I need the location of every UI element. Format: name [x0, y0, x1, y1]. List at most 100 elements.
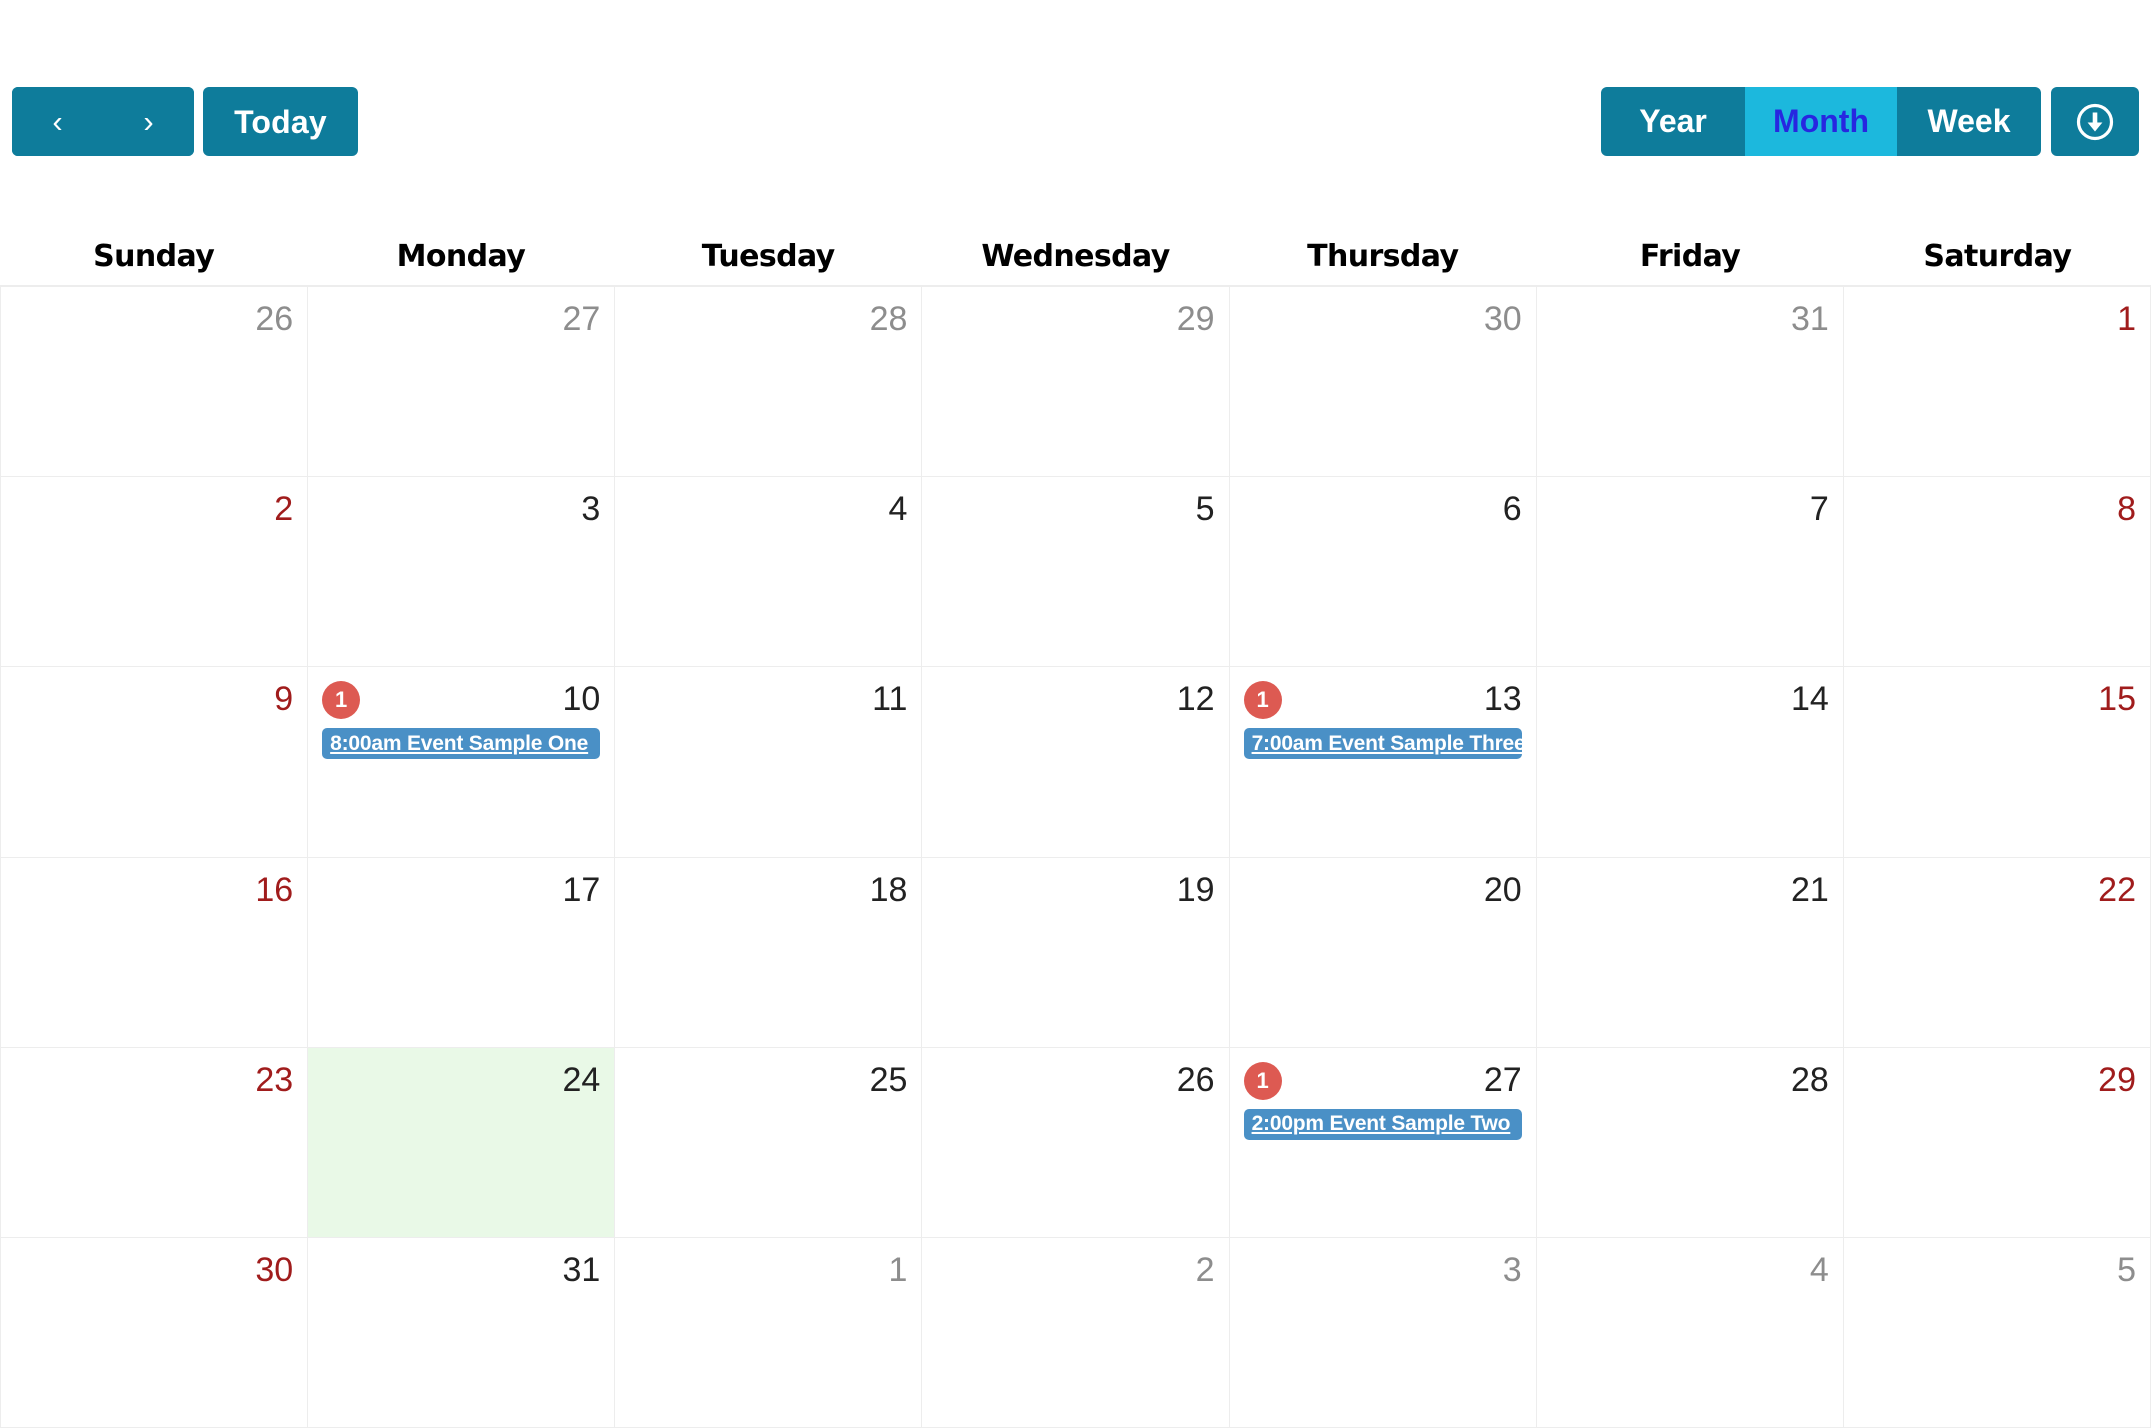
day-cell[interactable]: 26	[1, 287, 309, 478]
day-cell[interactable]: 28	[1536, 1047, 1844, 1238]
day-cell-header: 22	[1858, 868, 2136, 912]
day-cell[interactable]: 5	[922, 477, 1230, 668]
day-cell[interactable]: 23	[1, 1047, 309, 1238]
day-cell[interactable]: 3	[1229, 1237, 1537, 1428]
weekday-header-saturday: Saturday	[1923, 239, 2072, 274]
next-period-button[interactable]: ›	[103, 87, 194, 156]
day-cell-header: 23	[15, 1058, 293, 1102]
day-cell[interactable]: 18	[615, 857, 923, 1048]
day-cell-today[interactable]: 24	[308, 1047, 616, 1238]
day-cell[interactable]: 17	[308, 857, 616, 1048]
day-cell[interactable]: 25	[615, 1047, 923, 1238]
calendar-event-label: 2:00pm Event Sample Two	[1251, 1112, 1511, 1136]
day-cell[interactable]: 7	[1536, 477, 1844, 668]
day-cell[interactable]: 31	[308, 1237, 616, 1428]
nav-button-group: ‹ ›	[12, 87, 194, 156]
day-cell[interactable]: 8	[1843, 477, 2151, 668]
day-cell[interactable]: 15	[1843, 667, 2151, 858]
view-button-week[interactable]: Week	[1897, 87, 2041, 156]
day-cell[interactable]: 20	[1229, 857, 1537, 1048]
event-count-badge[interactable]: 1	[1243, 1061, 1282, 1100]
day-cell-events: 8:00am Event Sample One	[322, 728, 601, 760]
day-cell[interactable]: 30	[1, 1237, 309, 1428]
day-cell[interactable]: 2	[922, 1237, 1230, 1428]
day-cell-header: 20	[1244, 868, 1522, 912]
event-count-badge[interactable]: 1	[1243, 681, 1282, 720]
toolbar-left-group: ‹ › Today	[12, 87, 358, 156]
calendar-event[interactable]: 2:00pm Event Sample Two	[1243, 1108, 1522, 1140]
day-cell-header: 17	[322, 868, 600, 912]
day-number: 31	[562, 1250, 601, 1289]
day-cell-header: 27	[322, 297, 600, 341]
day-cell[interactable]: 29	[1843, 1047, 2151, 1238]
day-cell[interactable]: 9	[1, 667, 309, 858]
day-cell[interactable]: 31	[1536, 287, 1844, 478]
day-number: 9	[274, 680, 294, 719]
day-cell[interactable]: 28	[615, 287, 923, 478]
day-number: 23	[255, 1060, 294, 1099]
day-cell[interactable]: 2	[1, 477, 309, 668]
day-number: 6	[1502, 490, 1522, 529]
day-cell[interactable]: 1 10 8:00am Event Sample One	[308, 667, 616, 858]
day-number: 3	[1502, 1250, 1522, 1289]
day-cell[interactable]: 5	[1843, 1237, 2151, 1428]
day-number: 16	[255, 870, 294, 909]
day-cell-header: 5	[936, 487, 1215, 531]
day-cell[interactable]: 30	[1229, 287, 1537, 478]
day-number: 25	[869, 1060, 908, 1099]
day-number: 29	[2098, 1060, 2136, 1099]
day-cell[interactable]: 4	[615, 477, 923, 668]
day-number: 7	[1809, 490, 1829, 529]
day-cell[interactable]: 1 27 2:00pm Event Sample Two	[1229, 1047, 1537, 1238]
day-cell[interactable]: 4	[1536, 1237, 1844, 1428]
day-cell[interactable]: 22	[1843, 857, 2151, 1048]
day-number: 30	[1483, 300, 1522, 338]
day-number: 1	[888, 1250, 908, 1289]
day-number: 2	[274, 490, 294, 529]
day-cell[interactable]: 29	[922, 287, 1230, 478]
day-cell[interactable]: 3	[308, 477, 616, 668]
day-cell[interactable]: 27	[308, 287, 616, 478]
day-cell-header: 1 27	[1243, 1058, 1522, 1102]
event-count-badge[interactable]: 1	[322, 681, 361, 720]
view-button-month[interactable]: Month	[1745, 87, 1897, 156]
day-cell-header: 2	[15, 487, 293, 531]
day-cell[interactable]: 16	[1, 857, 309, 1048]
prev-period-button[interactable]: ‹	[12, 87, 103, 156]
day-cell[interactable]: 26	[922, 1047, 1230, 1238]
view-switch-group: Year Month Week	[1601, 87, 2041, 156]
today-button[interactable]: Today	[203, 87, 358, 156]
toolbar-right-group: Year Month Week	[1601, 87, 2139, 156]
day-cell[interactable]: 1	[615, 1237, 923, 1428]
day-cell[interactable]: 1	[1843, 287, 2151, 478]
weekday-header-sunday: Sunday	[93, 239, 215, 274]
day-number: 28	[1791, 1060, 1829, 1099]
day-cell-header: 25	[629, 1058, 908, 1102]
calendar-app: ‹ › Today Year Month Week Sunday Monday …	[0, 0, 2151, 1428]
day-cell[interactable]: 12	[922, 667, 1230, 858]
day-cell[interactable]: 21	[1536, 857, 1844, 1048]
day-number: 5	[2117, 1250, 2136, 1289]
download-button[interactable]	[2051, 87, 2139, 156]
day-cell-header: 6	[1244, 487, 1522, 531]
day-cell-header: 3	[1244, 1248, 1522, 1292]
day-cell-header: 14	[1551, 677, 1829, 721]
day-cell-header: 26	[936, 1058, 1215, 1102]
day-cell[interactable]: 1 13 7:00am Event Sample Three	[1229, 667, 1537, 858]
day-cell-header: 3	[322, 487, 600, 531]
day-cell-header: 1	[1858, 297, 2136, 341]
calendar-event[interactable]: 8:00am Event Sample One	[322, 728, 601, 760]
day-cell-header: 2	[936, 1248, 1215, 1292]
day-cell[interactable]: 19	[922, 857, 1230, 1048]
day-cell-header: 26	[15, 297, 293, 341]
day-cell[interactable]: 11	[615, 667, 923, 858]
calendar-event[interactable]: 7:00am Event Sample Three	[1243, 728, 1522, 760]
day-cell-header: 21	[1551, 868, 1829, 912]
day-cell[interactable]: 6	[1229, 477, 1537, 668]
day-cell-header: 12	[936, 677, 1215, 721]
day-number: 5	[1195, 490, 1215, 529]
calendar-toolbar: ‹ › Today Year Month Week	[0, 0, 2151, 178]
day-cell-header: 9	[15, 677, 293, 721]
day-cell[interactable]: 14	[1536, 667, 1844, 858]
view-button-year[interactable]: Year	[1601, 87, 1746, 156]
